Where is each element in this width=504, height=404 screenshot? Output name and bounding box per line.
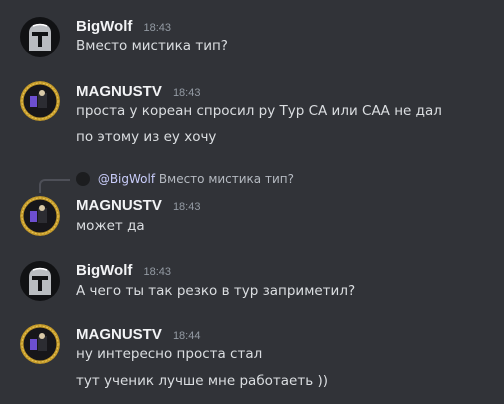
timestamp: 18:43 (172, 201, 201, 213)
mandalorian-avatar[interactable] (20, 261, 60, 301)
message-text: Вместо мистика тип? (76, 38, 228, 54)
magnus-avatar[interactable] (20, 196, 60, 236)
author-name[interactable]: MAGNUSTV (76, 326, 162, 343)
reply-author[interactable]: @BigWolf (98, 172, 155, 186)
reply-connector (39, 179, 70, 193)
message-text: по этому из еу хочу (76, 129, 217, 145)
author-name[interactable]: BigWolf (76, 262, 132, 279)
magnus-avatar[interactable] (20, 324, 60, 364)
timestamp: 18:43 (143, 266, 171, 278)
magnus-avatar[interactable] (20, 81, 60, 121)
message-text: проста у кореан спросил ру Тур СА или СА… (76, 103, 442, 119)
message-text: тут ученик лучше мне работаеть )) (76, 373, 328, 389)
message-text: А чего ты так резко в тур заприметил? (76, 283, 356, 299)
author-name[interactable]: MAGNUSTV (76, 83, 162, 100)
reply-text: Вместо мистика тип? (158, 172, 294, 186)
timestamp: 18:44 (172, 330, 201, 342)
reply-avatar (76, 172, 90, 186)
author-name[interactable]: MAGNUSTV (76, 197, 162, 214)
message-text: ну интересно проста стал (76, 346, 263, 362)
mandalorian-avatar[interactable] (20, 17, 60, 57)
timestamp: 18:43 (143, 22, 171, 34)
reply-preview[interactable]: @BigWolf Вместо мистика тип? (76, 172, 294, 186)
timestamp: 18:43 (172, 87, 201, 99)
message-text: может да (76, 218, 145, 234)
author-name[interactable]: BigWolf (76, 18, 132, 35)
